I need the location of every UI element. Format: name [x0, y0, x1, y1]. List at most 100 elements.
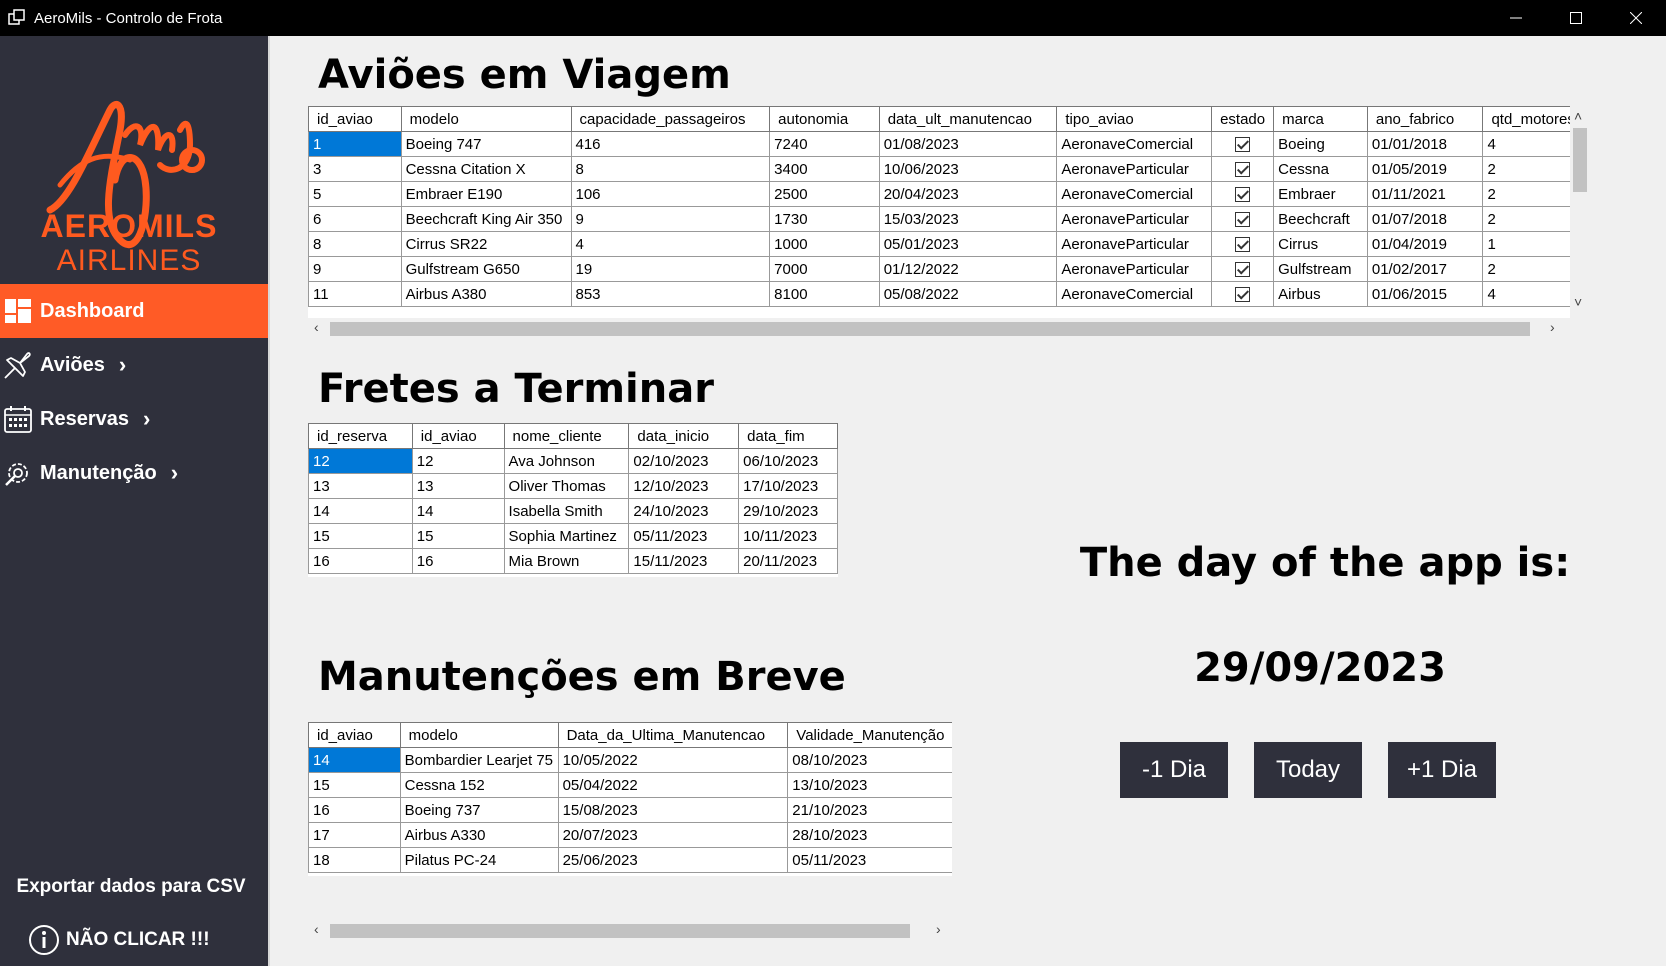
table-row[interactable]: 12 12 Ava Johnson 02/10/2023 06/10/2023 — [308, 448, 838, 474]
table-cell[interactable]: 21/10/2023 — [787, 797, 952, 823]
table-cell[interactable]: Embraer E190 — [400, 181, 572, 207]
sidebar-item-reservas[interactable]: Reservas › — [0, 392, 268, 446]
estado-checkbox[interactable] — [1235, 237, 1251, 253]
table-cell[interactable]: 01/11/2021 — [1366, 181, 1484, 207]
manutencoes-table[interactable]: id_aviao modelo Data_da_Ultima_Manutencao V… — [308, 722, 952, 873]
table-cell[interactable]: Ava Johnson — [503, 448, 630, 474]
manutencoes-table-container[interactable]: id_aviao modelo Data_da_Ultima_Manutencao V… — [308, 722, 952, 876]
column-header[interactable]: Data_da_Ultima_Manutencao — [557, 722, 789, 748]
table-cell[interactable]: 416 — [570, 131, 771, 157]
table-row[interactable]: 15 15 Sophia Martinez 05/11/2023 10/11/2023 — [308, 523, 838, 549]
column-header[interactable]: tipo_aviao — [1056, 106, 1213, 132]
table-cell[interactable]: 01/08/2023 — [878, 131, 1058, 157]
table-cell[interactable]: 01/04/2019 — [1366, 231, 1484, 257]
table-cell[interactable]: Airbus A380 — [400, 281, 572, 307]
table-cell[interactable]: 12/10/2023 — [628, 473, 740, 499]
estado-checkbox[interactable] — [1235, 262, 1251, 278]
column-header[interactable]: modelo — [399, 722, 559, 748]
table-row[interactable]: 14 Bombardier Learjet 75 10/05/2022 08/10/2… — [308, 747, 952, 773]
table-cell[interactable]: 01/12/2022 — [878, 256, 1058, 282]
table-cell[interactable]: Cirrus — [1273, 231, 1368, 257]
column-header[interactable]: data_fim — [738, 423, 838, 449]
table-cell[interactable]: 10/06/2023 — [878, 156, 1058, 182]
table-cell[interactable]: 2 — [1482, 206, 1570, 232]
column-header[interactable]: capacidade_passageiros — [570, 106, 771, 132]
table-cell[interactable]: 05/08/2022 — [878, 281, 1058, 307]
table-cell[interactable]: 1730 — [769, 206, 880, 232]
table-cell[interactable]: Beechcraft — [1273, 206, 1368, 232]
scrollbar-thumb[interactable] — [330, 322, 1530, 336]
table-cell[interactable]: 15/08/2023 — [557, 797, 789, 823]
table-cell[interactable]: 9 — [570, 206, 771, 232]
table-cell[interactable]: 19 — [570, 256, 771, 282]
table-cell[interactable]: Cessna Citation X — [400, 156, 572, 182]
table-cell[interactable]: 15/11/2023 — [628, 548, 740, 574]
table-cell[interactable]: 24/10/2023 — [628, 498, 740, 524]
table-cell[interactable] — [1211, 206, 1275, 232]
scrollbar-thumb[interactable] — [1573, 128, 1587, 192]
table-cell[interactable]: 2500 — [769, 181, 880, 207]
avioes-vertical-scrollbar[interactable]: ˄ ˅ — [1570, 106, 1590, 316]
table-cell[interactable]: 2 — [1482, 256, 1570, 282]
table-cell[interactable]: 7000 — [769, 256, 880, 282]
table-row[interactable]: 16 Boeing 737 15/08/2023 21/10/2023 — [308, 797, 952, 823]
minimize-button[interactable] — [1486, 0, 1546, 36]
table-cell[interactable]: Sophia Martinez — [503, 523, 630, 549]
table-cell[interactable]: AeronaveComercial — [1056, 131, 1213, 157]
table-cell[interactable]: Mia Brown — [503, 548, 630, 574]
maximize-button[interactable] — [1546, 0, 1606, 36]
table-row[interactable]: 3 Cessna Citation X 8 3400 10/06/2023 Aeronav… — [308, 156, 1570, 182]
table-cell[interactable]: 08/10/2023 — [787, 747, 952, 773]
table-cell[interactable]: 9 — [308, 256, 402, 282]
table-cell[interactable]: 14 — [308, 747, 401, 773]
table-cell[interactable]: 15 — [411, 523, 505, 549]
table-row[interactable]: 5 Embraer E190 106 2500 20/04/2023 AeronaveCo… — [308, 181, 1570, 207]
column-header[interactable]: data_ult_manutencao — [878, 106, 1058, 132]
table-cell[interactable]: 8100 — [769, 281, 880, 307]
table-cell[interactable]: 10/11/2023 — [738, 523, 838, 549]
estado-checkbox[interactable] — [1235, 287, 1251, 303]
table-cell[interactable]: Boeing 747 — [400, 131, 572, 157]
table-cell[interactable]: 18 — [308, 847, 401, 873]
table-cell[interactable]: 15/03/2023 — [878, 206, 1058, 232]
plus-one-day-button[interactable]: +1 Dia — [1388, 742, 1496, 798]
table-cell[interactable]: 25/06/2023 — [557, 847, 789, 873]
column-header[interactable]: nome_cliente — [503, 423, 630, 449]
table-row[interactable]: 17 Airbus A330 20/07/2023 28/10/2023 — [308, 822, 952, 848]
column-header[interactable]: id_aviao — [308, 106, 402, 132]
column-header[interactable]: qtd_motores — [1482, 106, 1570, 132]
do-not-click-button[interactable]: NÃO CLICAR !!! — [28, 924, 210, 956]
table-cell[interactable]: Embraer — [1273, 181, 1368, 207]
column-header[interactable]: id_aviao — [411, 423, 505, 449]
table-cell[interactable] — [1211, 231, 1275, 257]
table-cell[interactable]: 05/04/2022 — [557, 772, 789, 798]
table-row[interactable]: 13 13 Oliver Thomas 12/10/2023 17/10/2023 — [308, 473, 838, 499]
table-row[interactable]: 18 Pilatus PC-24 25/06/2023 05/11/2023 — [308, 847, 952, 873]
table-cell[interactable]: AeronaveParticular — [1056, 256, 1213, 282]
table-cell[interactable]: 8 — [570, 156, 771, 182]
table-cell[interactable]: 17 — [308, 822, 401, 848]
table-cell[interactable]: 01/02/2017 — [1366, 256, 1484, 282]
table-cell[interactable]: AeronaveParticular — [1056, 206, 1213, 232]
table-cell[interactable]: 12 — [308, 448, 413, 474]
column-header[interactable]: marca — [1273, 106, 1368, 132]
table-cell[interactable] — [1211, 256, 1275, 282]
table-row[interactable]: 8 Cirrus SR22 4 1000 05/01/2023 AeronaveParti… — [308, 231, 1570, 257]
table-cell[interactable]: Oliver Thomas — [503, 473, 630, 499]
table-cell[interactable] — [1211, 131, 1275, 157]
table-cell[interactable]: 853 — [570, 281, 771, 307]
estado-checkbox[interactable] — [1235, 187, 1251, 203]
table-cell[interactable]: 16 — [411, 548, 505, 574]
table-cell[interactable]: Gulfstream — [1273, 256, 1368, 282]
table-cell[interactable]: 01/06/2015 — [1366, 281, 1484, 307]
table-row[interactable]: 11 Airbus A380 853 8100 05/08/2022 AeronaveCo… — [308, 281, 1570, 307]
table-cell[interactable]: AeronaveComercial — [1056, 181, 1213, 207]
table-cell[interactable]: 13 — [308, 473, 413, 499]
scroll-up-icon[interactable]: ˄ — [1574, 108, 1582, 124]
today-button[interactable]: Today — [1254, 742, 1362, 798]
avioes-horizontal-scrollbar[interactable]: ‹ › — [308, 318, 1570, 340]
manutencoes-horizontal-scrollbar[interactable]: ‹ › — [308, 920, 952, 942]
table-cell[interactable]: AeronaveComercial — [1056, 281, 1213, 307]
table-cell[interactable]: Airbus — [1273, 281, 1368, 307]
table-cell[interactable]: 01/05/2019 — [1366, 156, 1484, 182]
